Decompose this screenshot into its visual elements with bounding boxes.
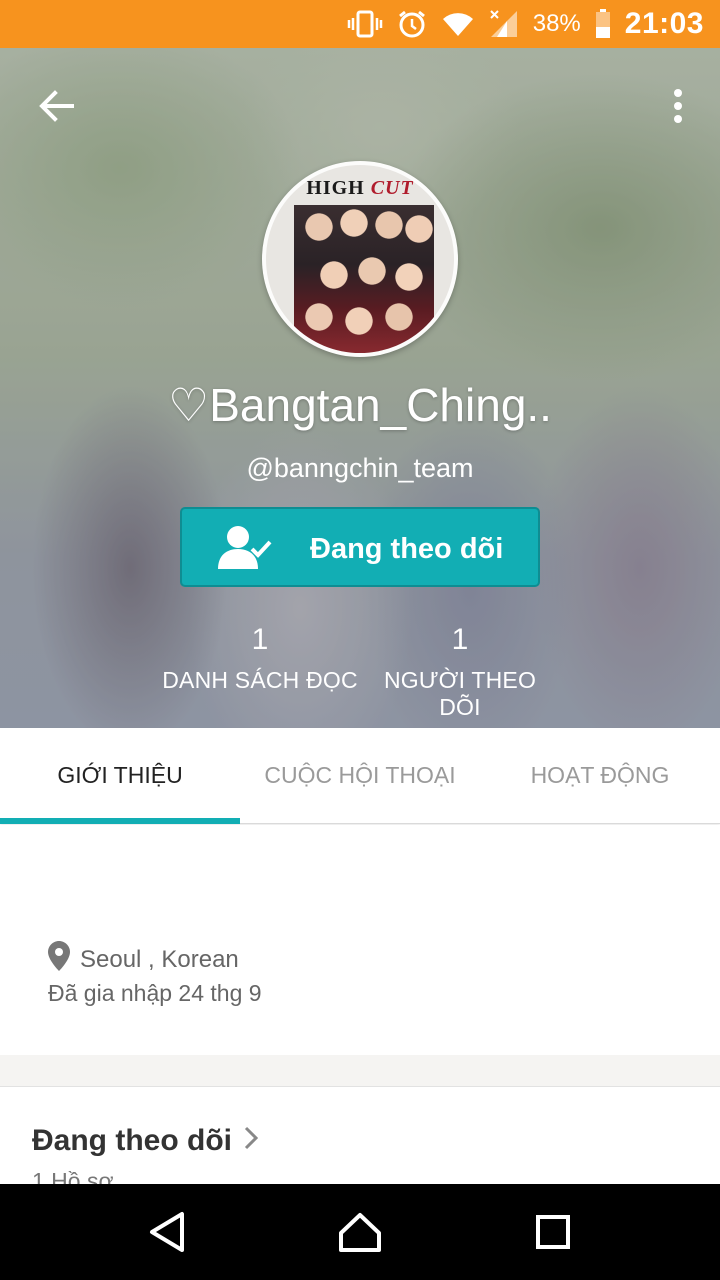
recent-apps-icon [536, 1215, 571, 1249]
battery-percent: 38% [532, 10, 581, 37]
avatar-photo [294, 205, 434, 353]
location-row: Seoul , Korean [48, 941, 239, 978]
following-section[interactable]: Đang theo dõi 1 Hồ sơ [0, 1088, 720, 1184]
profile-handle: @banngchin_team [246, 453, 474, 483]
nav-home-button[interactable] [330, 1202, 390, 1262]
following-button-label: Đang theo dõi [310, 533, 504, 565]
following-button[interactable]: Đang theo dõi [180, 507, 540, 587]
back-triangle-icon [149, 1212, 184, 1252]
location-pin-icon [48, 941, 70, 978]
person-check-icon [216, 523, 280, 576]
profile-tabs: GIỚI THIỆU CUỘC HỘI THOẠI HOẠT ĐỘNG [0, 728, 720, 824]
nav-back-button[interactable] [137, 1202, 197, 1262]
following-title-text: Đang theo dõi [32, 1124, 232, 1157]
followers-stat[interactable]: 1 NGƯỜI THEO DÕI [362, 623, 558, 721]
tab-about[interactable]: GIỚI THIỆU [0, 728, 240, 824]
following-count: 1 Hồ sơ [32, 1168, 114, 1184]
nav-recent-apps-button[interactable] [523, 1202, 583, 1262]
more-options-button[interactable] [666, 84, 690, 128]
home-icon [338, 1213, 381, 1252]
section-divider [0, 1055, 720, 1087]
arrow-back-icon [39, 90, 74, 122]
more-vert-icon [674, 89, 682, 123]
status-bar: 38% 21:03 [0, 0, 720, 48]
chevron-right-icon [244, 1124, 259, 1158]
wifi-icon [441, 10, 475, 38]
avatar[interactable]: HIGH CUT [262, 161, 458, 357]
reading-lists-label: DANH SÁCH ĐỌC [162, 667, 358, 693]
profile-name: ♡Bangtan_Ching.. [168, 379, 552, 431]
signal-icon [489, 9, 519, 39]
clock: 21:03 [624, 7, 704, 40]
profile-header: HIGH CUT ♡Bangtan_Ching.. @banngchin_tea… [0, 48, 720, 728]
back-button[interactable] [34, 84, 78, 128]
reading-lists-count: 1 [251, 623, 269, 656]
about-section: Seoul , Korean Đã gia nhập 24 thg 9 [0, 825, 720, 1055]
battery-icon [595, 9, 611, 39]
tab-conversations[interactable]: CUỘC HỘI THOẠI [240, 728, 480, 823]
followers-label: NGƯỜI THEO DÕI [383, 667, 537, 720]
joined-date: Đã gia nhập 24 thg 9 [48, 980, 262, 1006]
tab-activity[interactable]: HOẠT ĐỘNG [480, 728, 720, 823]
reading-lists-stat[interactable]: 1 DANH SÁCH ĐỌC [160, 623, 360, 694]
alarm-icon [397, 9, 427, 39]
avatar-magazine-title: HIGH CUT [306, 177, 414, 199]
system-nav-bar [0, 1184, 720, 1280]
vibrate-icon [347, 10, 383, 38]
location-text: Seoul , Korean [80, 945, 239, 973]
following-section-title[interactable]: Đang theo dõi [32, 1124, 259, 1158]
followers-count: 1 [451, 623, 469, 656]
